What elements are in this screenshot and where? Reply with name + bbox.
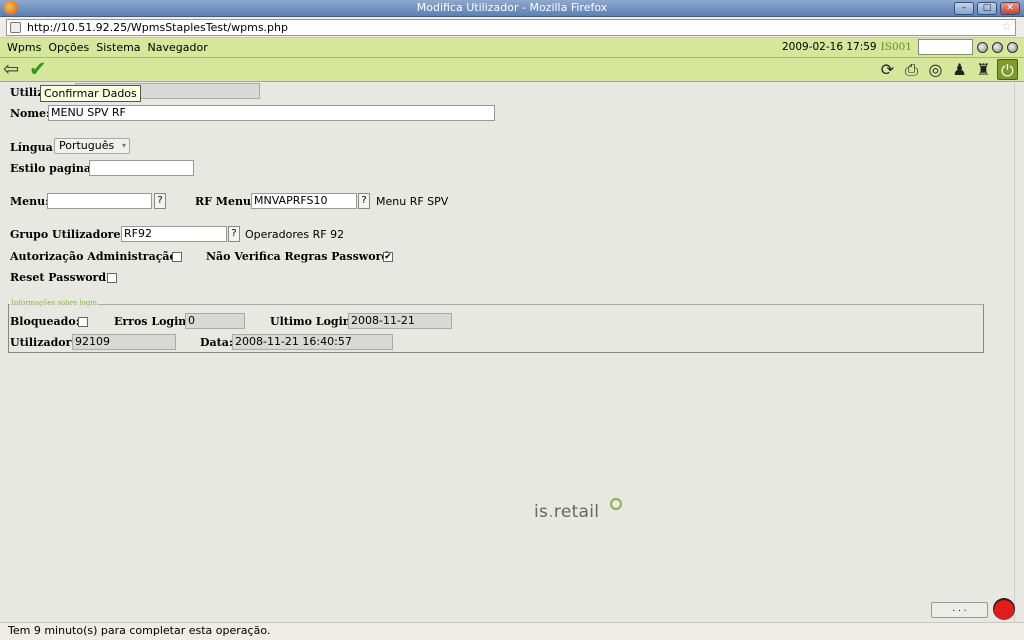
grupo-input[interactable]: RF92	[121, 226, 227, 242]
nome-label: Nome:	[10, 107, 51, 120]
grupo-description: Operadores RF 92	[245, 228, 345, 241]
menu-item-navegador[interactable]: Navegador	[148, 41, 208, 54]
utilizador-label: Utiliz	[10, 86, 44, 99]
company-code: IS001	[880, 41, 912, 53]
window-titlebar: Modifica Utilizador - Mozilla Firefox – …	[0, 0, 1024, 17]
close-button[interactable]: ✕	[1000, 2, 1020, 15]
nao-verifica-checkbox[interactable]: ✔	[383, 252, 393, 262]
footer-more-button[interactable]: . . .	[931, 602, 988, 618]
data-field: 2008-11-21 16:40:57	[232, 334, 393, 350]
nome-input[interactable]: MENU SPV RF	[48, 105, 495, 121]
firefox-icon	[4, 1, 18, 15]
rf-menu-lookup-button[interactable]: ?	[358, 193, 370, 209]
estilo-label: Estilo pagina:	[10, 162, 96, 175]
action-toolbar: ⇦ ✔ ⟳ ⎙ ◎ ♟ ♜ ⏻	[0, 57, 1024, 82]
lingua-label: Língua:	[10, 141, 57, 154]
chevron-down-icon: ▾	[121, 141, 126, 150]
lingua-selected: Português	[59, 139, 115, 152]
erros-login-label: Erros Login:	[114, 315, 191, 328]
window-controls: – □ ✕	[954, 2, 1020, 15]
erros-login-field: 0	[185, 313, 245, 329]
main-menu: Wpms Opções Sistema Navegador	[7, 41, 208, 54]
menu-input[interactable]	[47, 193, 152, 209]
brand-name: retail	[553, 502, 600, 522]
printer-person-icon[interactable]: ♜	[973, 59, 994, 80]
confirm-tooltip: Confirmar Dados	[40, 85, 141, 102]
autorizacao-checkbox[interactable]	[172, 252, 182, 262]
reset-password-label: Reset Password:	[10, 271, 111, 284]
minimize-button[interactable]: –	[954, 2, 974, 15]
ladybug-icon[interactable]	[993, 598, 1015, 620]
brand-prefix: is	[534, 502, 549, 522]
window-title: Modifica Utilizador - Mozilla Firefox	[416, 1, 608, 14]
confirm-check-icon[interactable]: ✔	[29, 57, 47, 81]
app-menubar: Wpms Opções Sistema Navegador 2009-02-16…	[0, 38, 1024, 58]
bookmark-star-icon[interactable]: ☆	[1001, 19, 1012, 33]
url-input[interactable]: http://10.51.92.25/WpmsStaplesTest/wpms.…	[6, 19, 1016, 36]
maximize-button[interactable]: □	[977, 2, 997, 15]
nao-verifica-label: Não Verifica Regras Password:	[206, 250, 394, 263]
menu-item-wpms[interactable]: Wpms	[7, 41, 41, 54]
help-lifebuoy-icon[interactable]: ◎	[925, 59, 946, 80]
print-icon[interactable]: ⎙	[901, 59, 922, 80]
login-info-legend: Informações sobre login	[10, 299, 99, 307]
grupo-label: Grupo Utilizadores:	[10, 228, 131, 241]
menu-label: Menu:	[10, 195, 50, 208]
menu-item-opcoes[interactable]: Opções	[48, 41, 89, 54]
autorizacao-label: Autorização Administração:	[10, 250, 181, 263]
status-text: Tem 9 minuto(s) para completar esta oper…	[8, 624, 271, 637]
navigation-bar: http://10.51.92.25/WpmsStaplesTest/wpms.…	[0, 17, 1024, 38]
login-utilizador-field: 92109	[72, 334, 176, 350]
circle-button-icon[interactable]	[1007, 41, 1018, 53]
refresh-icon[interactable]: ⟳	[877, 59, 898, 80]
data-label: Data:	[200, 336, 233, 349]
toolbar-right-icons: ⟳ ⎙ ◎ ♟ ♜ ⏻	[877, 59, 1018, 80]
main-content: Utiliz Confirmar Dados Nome: MENU SPV RF…	[0, 82, 1024, 622]
menu-item-sistema[interactable]: Sistema	[96, 41, 140, 54]
circle-button-icon[interactable]	[992, 41, 1003, 53]
vertical-scrollbar[interactable]	[1014, 82, 1024, 622]
menubar-right: 2009-02-16 17:59 IS001	[782, 39, 1018, 55]
ultimo-login-label: Ultimo Login:	[270, 315, 355, 328]
rf-menu-description: Menu RF SPV	[376, 195, 449, 208]
is-retail-logo: is.retail	[534, 498, 622, 522]
rf-menu-input[interactable]: MNVAPRFS10	[251, 193, 357, 209]
circle-button-icon[interactable]	[977, 41, 988, 53]
session-datetime: 2009-02-16 17:59	[781, 41, 877, 53]
back-arrow-icon[interactable]: ⇦	[3, 59, 19, 79]
quick-search-input[interactable]	[918, 39, 973, 55]
grupo-lookup-button[interactable]: ?	[228, 226, 240, 242]
lingua-select[interactable]: Português ▾	[54, 138, 130, 154]
reset-password-checkbox[interactable]	[107, 273, 117, 283]
ultimo-login-field: 2008-11-21	[348, 313, 452, 329]
user-icon[interactable]: ♟	[949, 59, 970, 80]
rf-menu-label: RF Menu:	[195, 195, 256, 208]
bloqueado-checkbox[interactable]	[78, 317, 88, 327]
status-bar: Tem 9 minuto(s) para completar esta oper…	[0, 622, 1024, 640]
login-utilizador-label: Utilizador:	[10, 336, 76, 349]
exit-icon[interactable]: ⏻	[997, 59, 1018, 80]
menu-lookup-button[interactable]: ?	[154, 193, 166, 209]
page-icon	[10, 22, 21, 33]
brand-mark-icon	[610, 498, 622, 510]
bloqueado-label: Bloqueado:	[10, 315, 80, 328]
estilo-input[interactable]	[89, 160, 194, 176]
